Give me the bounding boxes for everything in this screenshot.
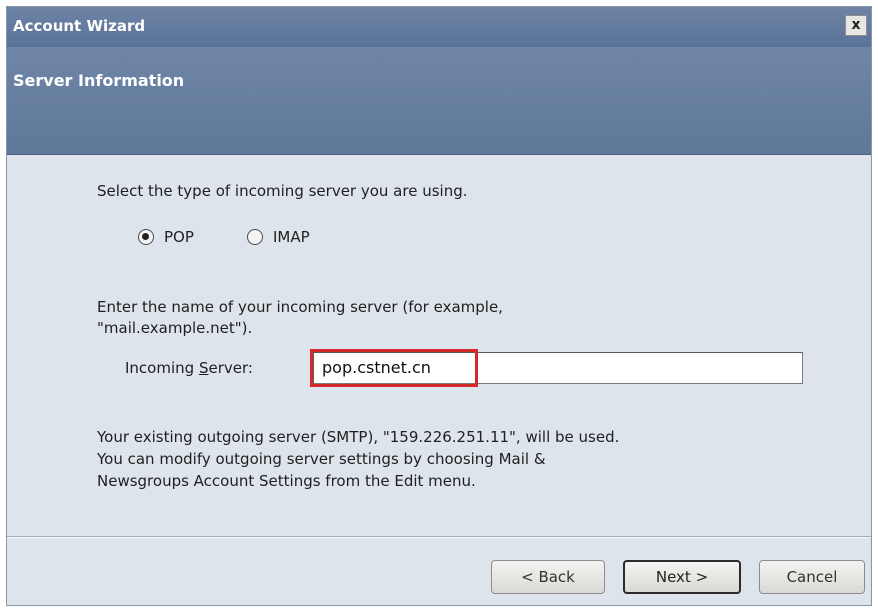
- footer-separator: [7, 536, 871, 538]
- back-button[interactable]: < Back: [491, 560, 605, 594]
- outgoing-note-line3: Newsgroups Account Settings from the Edi…: [97, 472, 476, 490]
- radio-pop[interactable]: [138, 229, 154, 245]
- radio-imap[interactable]: [247, 229, 263, 245]
- incoming-prompt-line2: "mail.example.net").: [97, 319, 253, 337]
- account-wizard-window: Account Wizard x Server Information Sele…: [6, 6, 872, 606]
- page-title: Server Information: [13, 71, 185, 90]
- next-button[interactable]: Next >: [623, 560, 741, 594]
- incoming-label-pre: Incoming: [125, 359, 199, 377]
- radio-selected-dot: [142, 233, 149, 240]
- radio-imap-label[interactable]: IMAP: [273, 226, 310, 248]
- title-bar[interactable]: Account Wizard x: [7, 7, 871, 47]
- incoming-label-post: erver:: [208, 359, 253, 377]
- server-type-prompt: Select the type of incoming server you a…: [97, 182, 468, 200]
- incoming-server-label: Incoming Server:: [125, 357, 253, 379]
- cancel-button[interactable]: Cancel: [759, 560, 865, 594]
- radio-pop-label[interactable]: POP: [164, 226, 194, 248]
- wizard-content: Select the type of incoming server you a…: [7, 156, 871, 605]
- window-title: Account Wizard: [13, 17, 146, 35]
- incoming-server-input[interactable]: pop.cstnet.cn: [313, 352, 803, 384]
- close-button[interactable]: x: [845, 15, 867, 36]
- wizard-header: Server Information: [7, 47, 871, 155]
- outgoing-note-line2: You can modify outgoing server settings …: [97, 450, 546, 468]
- incoming-prompt-line1: Enter the name of your incoming server (…: [97, 298, 503, 316]
- outgoing-note-line1: Your existing outgoing server (SMTP), "1…: [97, 428, 620, 446]
